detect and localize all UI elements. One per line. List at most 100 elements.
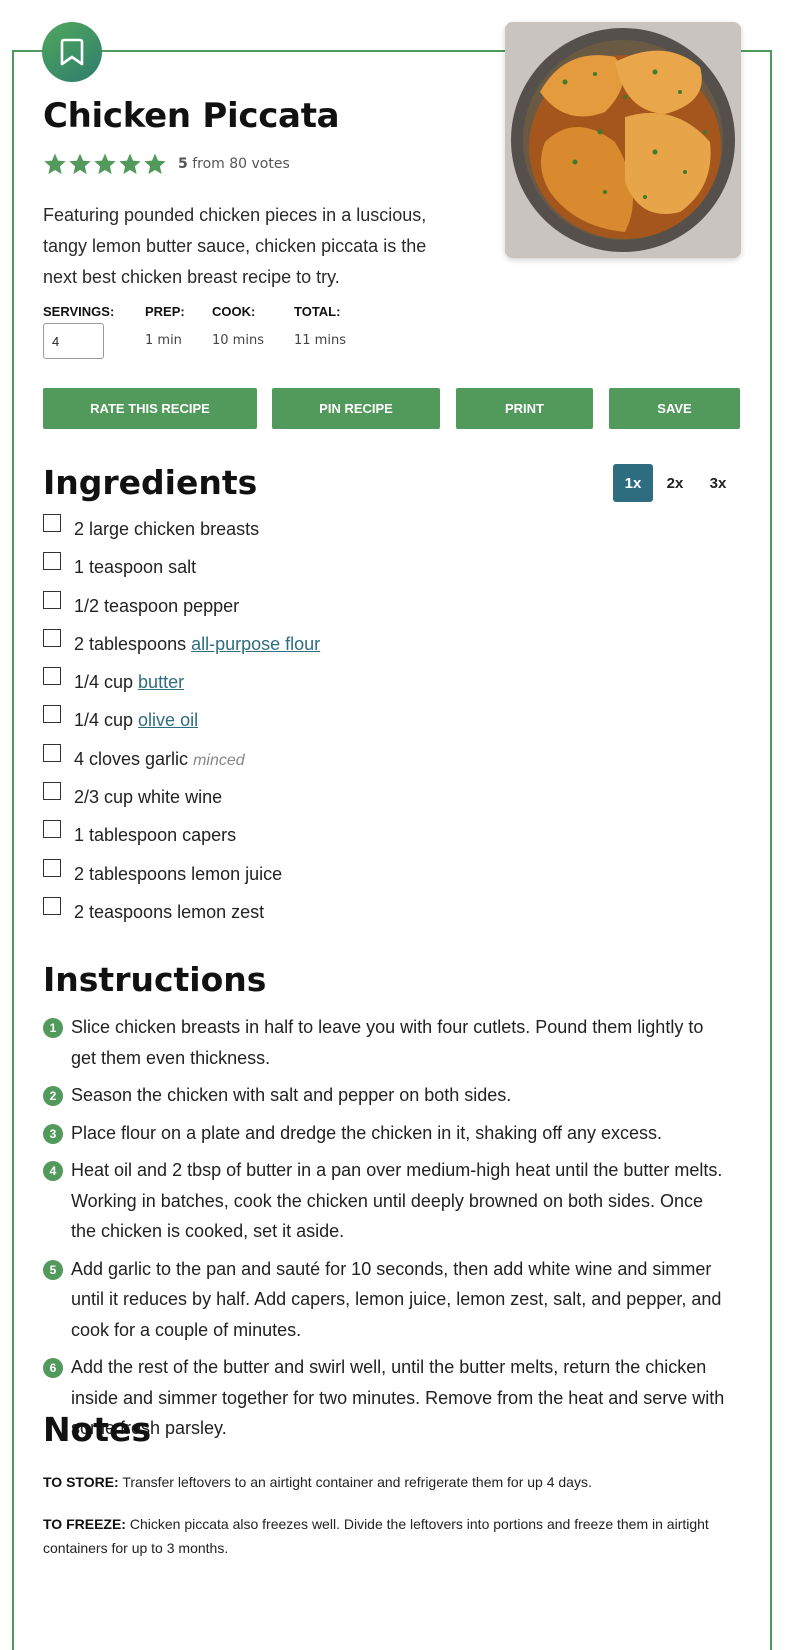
pin-recipe-button[interactable]: PIN RECIPE <box>272 388 440 429</box>
ingredient-link[interactable]: all-purpose flour <box>191 634 320 654</box>
ingredient-checkbox[interactable] <box>43 552 61 571</box>
step-text: Heat oil and 2 tbsp of butter in a pan o… <box>71 1160 723 1241</box>
ingredient-amount: 1/4 cup <box>74 672 139 693</box>
ingredient-text: 1 teaspoon salt <box>74 557 197 578</box>
step-text: Season the chicken with salt and pepper … <box>71 1085 512 1105</box>
ingredient-item: 2 large chicken breasts <box>43 513 733 551</box>
ingredient-text: 1/4 cup olive oil <box>74 704 198 731</box>
ingredient-checkbox[interactable] <box>43 667 61 686</box>
rating-score: 5 <box>178 156 188 172</box>
star-icon[interactable] <box>118 152 142 176</box>
ingredient-text: 2 tablespoons lemon juice <box>74 863 283 884</box>
note-store: TO STORE: Transfer leftovers to an airti… <box>43 1470 733 1494</box>
save-button[interactable]: SAVE <box>609 388 740 429</box>
ingredient-amount: 2 tablespoons <box>74 633 192 654</box>
step-text: Add garlic to the pan and sauté for 10 s… <box>71 1258 722 1340</box>
step-number: 6 <box>43 1358 63 1378</box>
star-icon[interactable] <box>43 152 67 176</box>
recipe-title: Chicken Piccata <box>43 96 340 136</box>
instruction-step: 4 Heat oil and 2 tbsp of butter in a pan… <box>43 1155 733 1247</box>
rate-recipe-button[interactable]: RATE THIS RECIPE <box>43 388 257 429</box>
recipe-badge[interactable] <box>42 22 102 82</box>
instruction-step: 5 Add garlic to the pan and sauté for 10… <box>43 1254 733 1346</box>
ingredient-checkbox[interactable] <box>43 705 61 724</box>
rating-votes: from 80 votes <box>192 156 290 172</box>
ingredient-item: 2/3 cup white wine <box>43 781 733 819</box>
multiplier-2x[interactable]: 2x <box>655 464 695 502</box>
total-label: TOTAL: <box>294 304 341 319</box>
ingredient-text: 4 cloves garlic minced <box>74 743 245 770</box>
step-number: 2 <box>43 1086 63 1106</box>
servings-input[interactable] <box>43 323 104 359</box>
ingredient-text: 2 tablespoons all-purpose flour <box>74 628 320 655</box>
rating[interactable]: 5 from 80 votes <box>43 152 290 176</box>
ingredient-item: 1 teaspoon salt <box>43 551 733 589</box>
cook-block: COOK: 10 mins <box>212 304 264 348</box>
ingredient-item: 1/2 teaspoon pepper <box>43 590 733 628</box>
ingredient-item: 1/4 cup olive oil <box>43 704 733 742</box>
ingredient-item: 4 cloves garlic minced <box>43 743 733 781</box>
ingredient-text: 2 teaspoons lemon zest <box>74 901 265 922</box>
ingredient-amount: 4 cloves garlic <box>74 748 194 769</box>
instruction-step: 2 Season the chicken with salt and peppe… <box>43 1080 733 1111</box>
ingredient-text: 1/2 teaspoon pepper <box>74 595 240 616</box>
instruction-list: 1 Slice chicken breasts in half to leave… <box>43 1012 733 1451</box>
note-text: Chicken piccata also freezes well. Divid… <box>43 1516 709 1556</box>
prep-label: PREP: <box>145 304 185 319</box>
ingredient-checkbox[interactable] <box>43 743 61 762</box>
ingredient-link[interactable]: butter <box>138 672 184 692</box>
ingredient-text: 1/4 cup butter <box>74 666 184 693</box>
star-icon[interactable] <box>143 152 167 176</box>
cook-value: 10 mins <box>212 333 264 348</box>
ingredient-checkbox[interactable] <box>43 858 61 877</box>
step-number: 1 <box>43 1018 63 1038</box>
recipe-summary: Featuring pounded chicken pieces in a lu… <box>43 205 427 287</box>
instruction-step: 3 Place flour on a plate and dredge the … <box>43 1118 733 1149</box>
rating-text: 5 from 80 votes <box>178 156 290 172</box>
star-icon[interactable] <box>68 152 92 176</box>
multiplier-3x[interactable]: 3x <box>698 464 738 502</box>
ingredients-heading: Ingredients <box>43 463 258 502</box>
note-text: Transfer leftovers to an airtight contai… <box>122 1474 592 1490</box>
ingredient-text: 1 tablespoon capers <box>74 825 237 846</box>
ingredient-item: 2 tablespoons lemon juice <box>43 858 733 896</box>
prep-value: 1 min <box>145 333 182 348</box>
ingredient-checkbox[interactable] <box>43 820 61 839</box>
ingredient-text: 2 large chicken breasts <box>74 519 260 539</box>
star-icon[interactable] <box>93 152 117 176</box>
ingredient-checkbox[interactable] <box>43 514 61 532</box>
instruction-step: 1 Slice chicken breasts in half to leave… <box>43 1012 733 1073</box>
prep-block: PREP: 1 min <box>145 304 185 348</box>
total-block: TOTAL: 11 mins <box>294 304 346 348</box>
note-label: TO FREEZE: <box>43 1516 126 1532</box>
servings-block: SERVINGS: <box>43 304 114 319</box>
ingredient-amount: 1/4 cup <box>74 710 139 731</box>
ingredient-list: 2 large chicken breasts 1 teaspoon salt … <box>43 513 733 934</box>
note-freeze: TO FREEZE: Chicken piccata also freezes … <box>43 1512 733 1560</box>
ingredient-text: 2/3 cup white wine <box>74 787 223 808</box>
total-value: 11 mins <box>294 333 346 348</box>
ingredient-link[interactable]: olive oil <box>138 710 198 730</box>
note-label: TO STORE: <box>43 1474 119 1490</box>
ingredient-item: 1/4 cup butter <box>43 666 733 704</box>
notes-heading: Notes <box>43 1410 152 1449</box>
multiplier-1x[interactable]: 1x <box>613 464 653 502</box>
ingredient-checkbox[interactable] <box>43 782 61 801</box>
ingredient-checkbox[interactable] <box>43 628 61 647</box>
ingredient-note: minced <box>193 751 245 769</box>
ingredient-item: 2 teaspoons lemon zest <box>43 896 733 934</box>
print-button[interactable]: PRINT <box>456 388 593 429</box>
step-number: 3 <box>43 1123 63 1144</box>
step-text: Add the rest of the butter and swirl wel… <box>71 1357 725 1438</box>
recipe-photo <box>505 22 741 258</box>
servings-label: SERVINGS: <box>43 304 115 319</box>
ingredient-item: 2 tablespoons all-purpose flour <box>43 628 733 666</box>
step-number: 5 <box>43 1259 63 1280</box>
ingredient-item: 1 tablespoon capers <box>43 819 733 857</box>
ingredient-checkbox[interactable] <box>43 590 61 609</box>
ingredient-checkbox[interactable] <box>43 896 61 915</box>
cook-label: COOK: <box>212 304 256 319</box>
step-number: 4 <box>43 1161 63 1181</box>
step-text: Place flour on a plate and dredge the ch… <box>71 1122 663 1143</box>
step-text: Slice chicken breasts in half to leave y… <box>71 1017 704 1068</box>
